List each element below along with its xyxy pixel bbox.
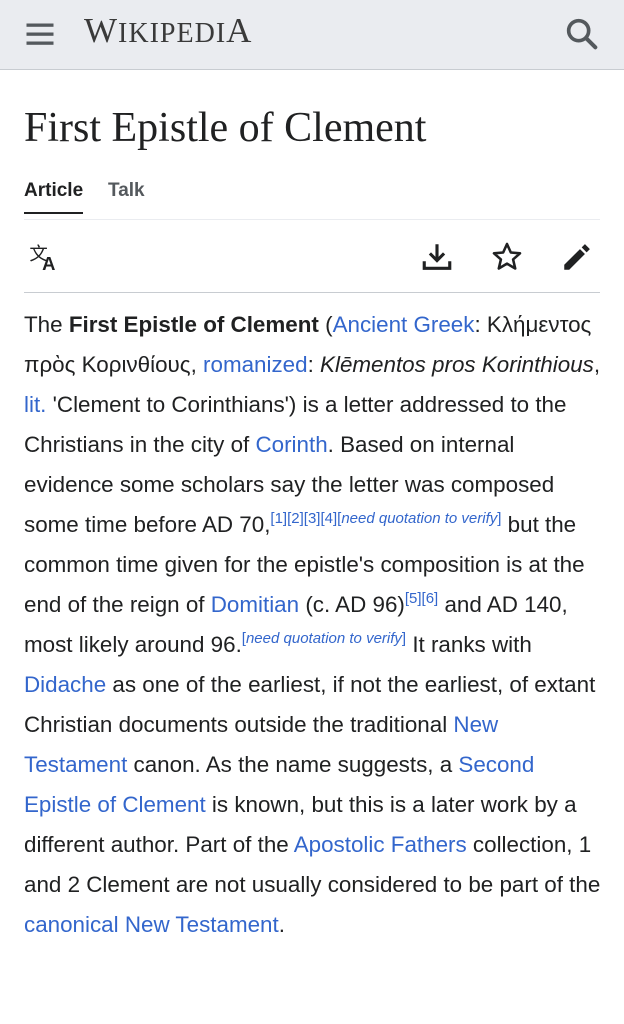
need-quotation-sup[interactable]: [need quotation to verify] (242, 630, 406, 647)
hamburger-icon (26, 23, 54, 45)
wikipedia-wordmark[interactable]: WIKIPEDIA (84, 10, 252, 55)
link-apostolic-fathers[interactable]: Apostolic Fathers (294, 832, 467, 857)
link-canonical-new-testament[interactable]: canonical New Testament (24, 912, 279, 937)
search-icon (566, 18, 598, 50)
wordmark-final: A (226, 11, 253, 50)
bold-subject: First Epistle of Clement (68, 312, 319, 337)
wordmark-middle: IKIPEDI (118, 18, 227, 49)
need-quotation-tag[interactable]: need quotation to verify (341, 510, 497, 527)
page-actions-toolbar: 文 A (24, 226, 600, 293)
tab-talk[interactable]: Talk (108, 180, 145, 212)
article-body: The First Epistle of Clement (Ancient Gr… (24, 305, 604, 945)
search-button[interactable] (562, 14, 602, 54)
watch-button[interactable] (490, 240, 524, 274)
download-icon (422, 244, 452, 270)
link-domitian[interactable]: Domitian (211, 592, 299, 617)
page-tabs: Article Talk (24, 176, 600, 220)
text-run: canon. As the name suggests, a (127, 752, 459, 777)
top-header: WIKIPEDIA (0, 0, 624, 70)
page-title: First Epistle of Clement (24, 105, 427, 151)
text-run: , (593, 352, 601, 377)
text-run: (c. AD 96) (299, 592, 405, 617)
italic-transliteration: Klēmentos pros Korinthious (320, 352, 594, 377)
citation-1-4[interactable]: [1][2][3][4][need quotation to verify] (270, 510, 501, 527)
translate-icon: 文 A (29, 243, 55, 274)
star-icon (492, 242, 522, 270)
link-romanized[interactable]: romanized (203, 352, 308, 377)
text-run: ( (318, 312, 333, 337)
svg-text:A: A (42, 253, 55, 274)
language-button[interactable]: 文 A (28, 240, 62, 274)
text-run: . (278, 912, 285, 937)
citation-numbers[interactable]: [1][2][3][4] (270, 510, 337, 527)
lead-paragraph: The First Epistle of Clement (Ancient Gr… (24, 305, 604, 945)
text-run: The (24, 312, 69, 337)
text-run: It ranks with (406, 632, 532, 657)
tab-article[interactable]: Article (24, 180, 84, 214)
text-run: as one of the earliest, if not the earli… (24, 672, 596, 737)
need-quotation-tag[interactable]: need quotation to verify (246, 630, 402, 647)
link-didache[interactable]: Didache (24, 672, 106, 697)
edit-button[interactable] (560, 240, 594, 274)
download-button[interactable] (420, 240, 454, 274)
wordmark-initial: W (84, 11, 119, 50)
menu-button[interactable] (22, 16, 58, 52)
text-run: : (307, 352, 321, 377)
citation-5-6[interactable]: [5][6] (405, 590, 438, 607)
link-lit[interactable]: lit. (24, 392, 46, 417)
link-corinth[interactable]: Corinth (255, 432, 327, 457)
link-ancient-greek[interactable]: Ancient Greek (333, 312, 475, 337)
pencil-icon (564, 244, 590, 270)
